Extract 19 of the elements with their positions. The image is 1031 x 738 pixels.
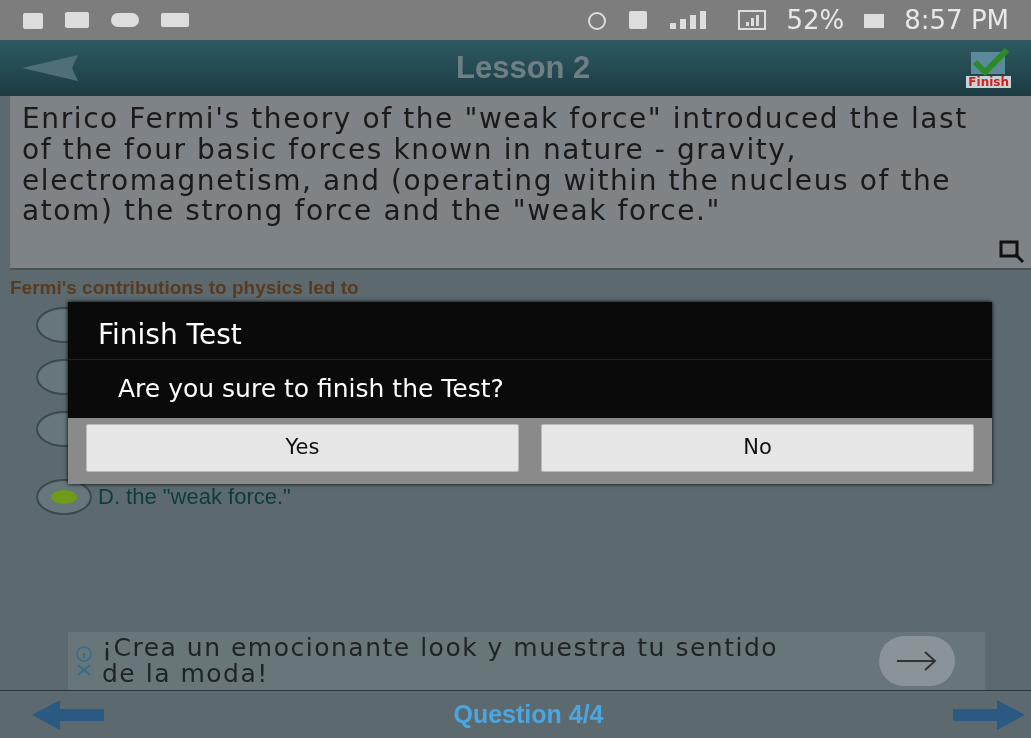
arrow-right-icon	[895, 650, 939, 672]
passage-text: Enrico Fermi's theory of the "weak force" introduced the last of the four basic forces known in nature - gravity, electromagnetism, and (operating within the nucleus of the atom) the strong force and the "weak force."	[22, 104, 969, 228]
header-title: Lesson 2	[454, 48, 592, 87]
signal-icon	[738, 9, 767, 31]
dialog-button[interactable]: No	[541, 424, 974, 472]
dialog-title: Finish Test	[68, 302, 992, 360]
battery-icon	[864, 12, 885, 28]
ad-text: ¡Crea un emocionante look y muestra tu sentido de la moda!	[102, 634, 780, 688]
option-text: D. the "weak force."	[98, 483, 291, 511]
finish-button[interactable]: Finish	[966, 48, 1011, 88]
ad-arrow-button[interactable]	[879, 636, 955, 686]
question-counter: Question 4/4	[452, 698, 605, 730]
zoom-icon[interactable]	[999, 240, 1025, 264]
question-text: Fermi's contributions to physics led to	[9, 276, 360, 300]
clock-text: 8:57 PM	[904, 3, 1009, 37]
dialog-message: Are you sure to finish the Test?	[117, 373, 505, 405]
checkmark-icon	[968, 48, 1009, 76]
battery-text: 52%	[786, 3, 845, 37]
dialog-button[interactable]: Yes	[86, 424, 519, 472]
